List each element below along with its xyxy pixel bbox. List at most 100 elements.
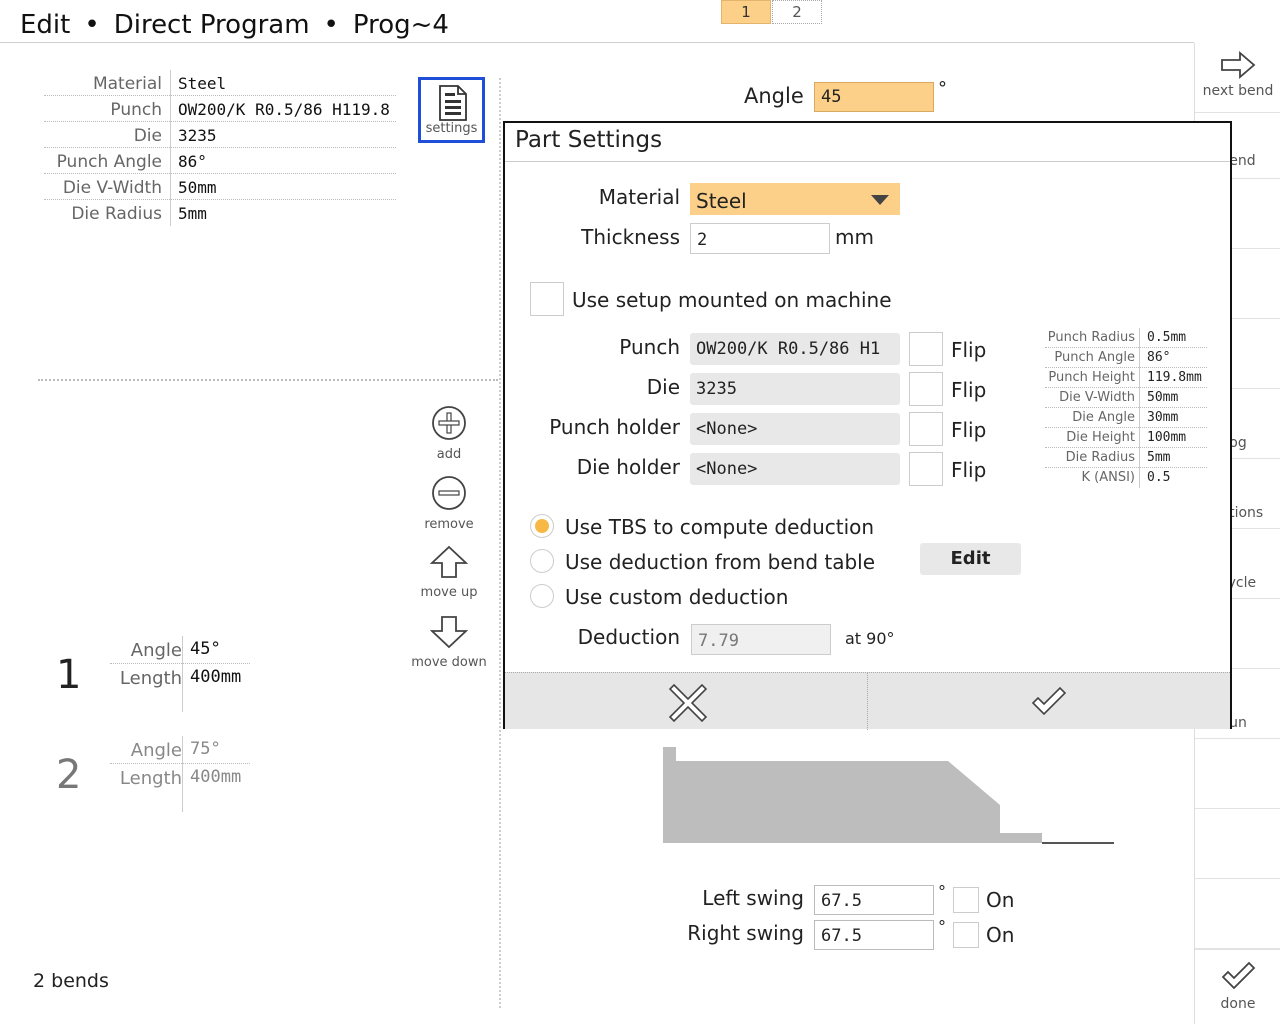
die-holder-flip-checkbox[interactable] [909,452,943,486]
tooling-value: 5mm [178,204,207,223]
toolbar-slot[interactable] [1195,809,1280,879]
breadcrumb-direct-program: Direct Program [113,10,310,40]
edit-button[interactable]: Edit [920,543,1021,575]
right-swing-input[interactable]: 67.5 [814,920,934,950]
spec-value: 30mm [1147,410,1179,425]
spec-row: K (ANSI) 0.5 [1045,468,1207,488]
spec-row: Punch Height 119.8mm [1045,368,1207,388]
tooling-value: 50mm [178,178,217,197]
toolbar-slot[interactable] [1195,739,1280,809]
material-select-value: Steel [696,189,747,213]
die-field[interactable]: 3235 [690,373,900,405]
next-bend-button[interactable]: next bend [1195,43,1280,113]
settings-button[interactable]: settings [418,77,485,143]
die-flip-checkbox[interactable] [909,372,943,406]
tooling-row: Die V-Width 50mm [44,174,396,200]
check-icon [1221,961,1256,990]
arrow-up-icon [429,545,469,578]
left-swing-checkbox[interactable] [953,887,979,913]
use-setup-checkbox[interactable] [530,282,564,316]
spec-label: Punch Height [1048,370,1135,385]
deduction-option-label: Use custom deduction [565,585,789,609]
right-swing-checkbox[interactable] [953,922,979,948]
toolbar-slot[interactable] [1195,879,1280,949]
settings-label: settings [425,121,478,136]
tooling-row: Material Steel [44,70,396,96]
add-icon [432,406,466,440]
check-icon [1031,686,1067,716]
arrow-down-icon [429,616,469,649]
add-button[interactable]: add [408,405,490,462]
deduction-input[interactable]: 7.79 [691,624,831,655]
punch-holder-flip-label: Flip [951,418,987,442]
bend-length-row: Length 400mm [110,664,250,692]
close-icon [668,683,708,723]
die-flip-label: Flip [951,378,987,402]
right-swing-label: Right swing [687,921,804,945]
thickness-input[interactable]: 2 [690,223,830,254]
part-profile-drawing [663,747,1114,844]
punch-flip-checkbox[interactable] [909,332,943,366]
breadcrumb-program-name: Prog~4 [352,10,449,40]
spec-row: Punch Radius 0.5mm [1045,328,1207,348]
bend-angle-value: 75° [190,739,221,759]
bend-number: 2 [56,752,82,798]
punch-holder-flip-checkbox[interactable] [909,412,943,446]
punch-field[interactable]: OW200/K R0.5/86 H1 [690,333,900,365]
bend-number: 1 [56,652,82,698]
spec-label: Die V-Width [1059,390,1135,405]
left-swing-label: Left swing [702,886,804,910]
remove-label: remove [424,517,474,532]
spec-value: 0.5 [1147,470,1171,485]
deduction-radio-bend-table[interactable] [530,549,554,573]
material-select[interactable]: Steel [690,183,900,215]
left-swing-input[interactable]: 67.5 [814,885,934,915]
bend-angle-label: Angle [130,740,182,761]
move-down-button[interactable]: move down [408,615,490,670]
degree-symbol: ° [938,917,946,936]
right-swing-on-label: On [986,923,1015,947]
spec-row: Die Height 100mm [1045,428,1207,448]
tooling-value: 3235 [178,126,217,145]
spec-label: Die Height [1066,430,1135,445]
document-icon [439,85,467,121]
bend-length-row: Length 400mm [110,764,250,792]
done-button[interactable]: done [1195,949,1280,1024]
degree-symbol: ° [938,78,947,99]
header-divider [0,42,1194,43]
breadcrumb-separator: • [323,10,339,40]
confirm-button[interactable] [868,673,1230,730]
move-down-label: move down [411,655,487,670]
page-tab-2[interactable]: 2 [772,0,822,24]
spec-label: K (ANSI) [1081,470,1135,485]
dialog-title-divider [505,161,1230,162]
die-holder-field[interactable]: <None> [690,453,900,485]
spec-label: Die Angle [1072,410,1135,425]
punch-label: Punch [619,335,680,359]
deduction-radio-tbs[interactable] [530,514,554,538]
remove-button[interactable]: remove [408,475,490,532]
page-tab-1[interactable]: 1 [721,0,771,24]
punch-holder-field[interactable]: <None> [690,413,900,445]
tooling-label: Die [133,126,162,146]
move-up-button[interactable]: move up [408,545,490,600]
cancel-button[interactable] [505,673,867,730]
spec-value: 50mm [1147,390,1179,405]
tooling-label: Material [92,74,162,94]
deduction-radio-custom[interactable] [530,584,554,608]
deduction-option-label: Use TBS to compute deduction [565,515,875,539]
section-divider-vertical [499,78,501,1008]
degree-symbol: ° [938,882,946,901]
tooling-row: Die 3235 [44,122,396,148]
tooling-label: Punch [110,100,162,120]
deduction-option-label: Use deduction from bend table [565,550,876,574]
thickness-unit: mm [835,225,874,249]
section-divider [38,379,498,381]
angle-input[interactable]: 45 [814,82,934,112]
spec-label: Punch Angle [1054,350,1135,365]
spec-row: Die V-Width 50mm [1045,388,1207,408]
deduction-at-angle: at 90° [845,629,895,648]
tooling-value: Steel [178,74,227,93]
bend-length-label: Length [119,668,182,689]
chevron-down-icon [871,195,889,205]
